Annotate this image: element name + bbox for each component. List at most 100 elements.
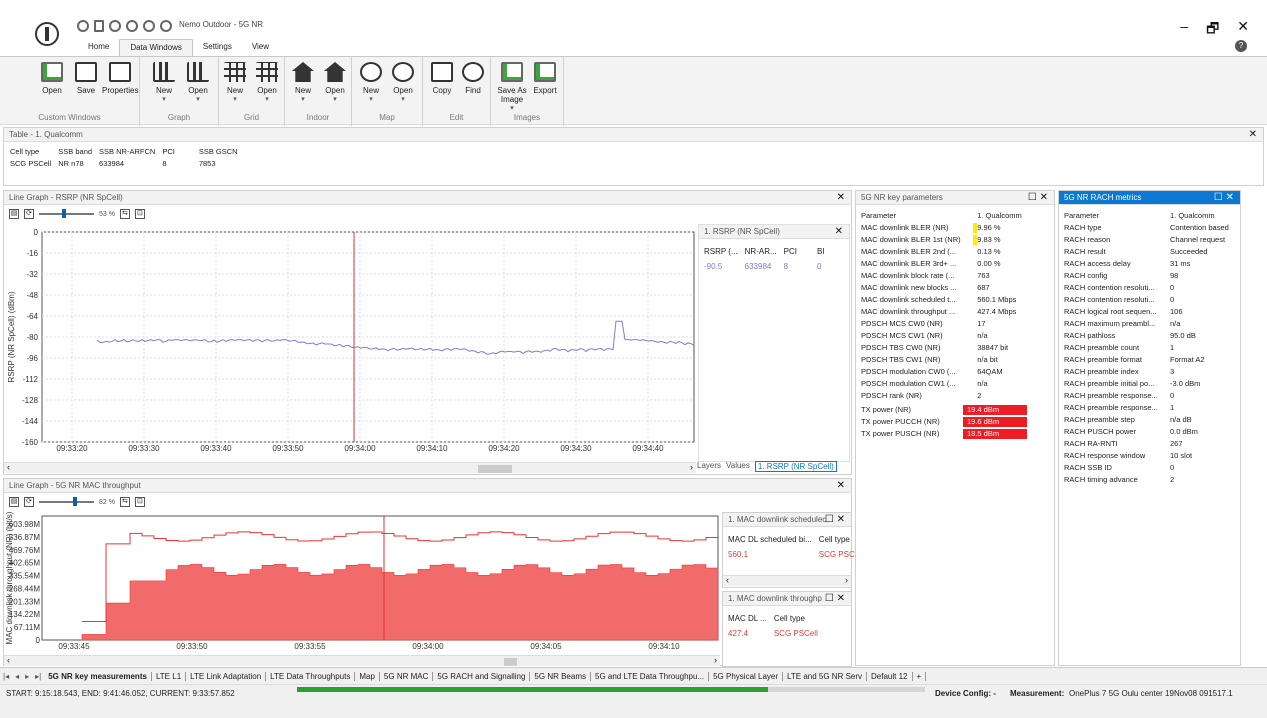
tx-power-row[interactable]: TX power PUSCH (NR) 18.5 dBm [861, 429, 1027, 439]
bottom-tab[interactable]: LTE Link Adaptation [186, 672, 266, 681]
rach-row[interactable]: RACH reason Channel request [1064, 235, 1238, 245]
rach-row[interactable]: RACH contention resoluti... 0 [1064, 295, 1238, 305]
param-row[interactable]: PDSCH MCS CW0 (NR) 17 [861, 319, 1027, 329]
param-row[interactable]: PDSCH TBS CW1 (NR) n/a bit [861, 355, 1027, 365]
graph-open-button[interactable]: Open ▾ [182, 62, 214, 103]
rach-row[interactable]: RACH preamble initial po... -3.0 dBm [1064, 379, 1238, 389]
param-row[interactable]: MAC downlink new blocks ... 687 [861, 283, 1027, 293]
close-icon[interactable]: ☐ ✕ [825, 514, 845, 525]
tab-values[interactable]: Values [726, 461, 750, 472]
param-row[interactable]: MAC downlink block rate (... 763 [861, 271, 1027, 281]
refresh-icon[interactable]: ⟳ [24, 497, 34, 507]
rach-row[interactable]: RACH result Succeeded [1064, 247, 1238, 257]
param-row[interactable]: PDSCH modulation CW0 (... 64QAM [861, 367, 1027, 377]
marker-icon[interactable]: ⊡ [135, 497, 145, 507]
scroll-thumb[interactable] [504, 658, 517, 666]
map-open-button[interactable]: Open ▾ [387, 62, 419, 103]
rach-row[interactable]: RACH preamble index 3 [1064, 367, 1238, 377]
bottom-tab[interactable]: 5G NR key measurements [44, 672, 152, 681]
rach-row[interactable]: RACH config 98 [1064, 271, 1238, 281]
playback-progress[interactable] [297, 687, 925, 692]
legend-row[interactable]: 427.4 SCG PSCell [728, 627, 823, 640]
document-icon[interactable] [94, 20, 104, 32]
rach-row[interactable]: RACH response window 10 slot [1064, 451, 1238, 461]
horizontal-scrollbar[interactable]: ‹ › [4, 462, 696, 473]
param-row[interactable]: MAC downlink BLER 3rd+ ... 0.00 % [861, 259, 1027, 269]
close-icon[interactable]: ✕ [837, 480, 845, 491]
minimize-icon[interactable]: – [1180, 18, 1188, 42]
param-row[interactable]: PDSCH modulation CW1 (... n/a [861, 379, 1027, 389]
rach-row[interactable]: RACH preamble count 1 [1064, 343, 1238, 353]
rach-row[interactable]: RACH PUSCH power 0.0 dBm [1064, 427, 1238, 437]
scroll-left-icon[interactable]: ‹ [7, 655, 10, 665]
param-row[interactable]: PDSCH rank (NR) 2 [861, 391, 1027, 401]
param-row[interactable]: MAC downlink BLER 1st (NR) 9.83 % [861, 235, 1027, 245]
rach-row[interactable]: RACH timing advance 2 [1064, 475, 1238, 485]
rach-row[interactable]: RACH type Contention based [1064, 223, 1238, 233]
rach-row[interactable]: RACH maximum preambl... n/a [1064, 319, 1238, 329]
rach-row[interactable]: RACH logical root sequen... 106 [1064, 307, 1238, 317]
find-button[interactable]: Find [457, 62, 489, 95]
rach-row[interactable]: RACH contention resoluti... 0 [1064, 283, 1238, 293]
stop-icon[interactable] [160, 20, 172, 32]
scroll-thumb[interactable] [478, 465, 512, 473]
copy-button[interactable]: Copy [426, 62, 458, 95]
last-tab-icon[interactable]: ▸| [32, 672, 44, 681]
bottom-tab[interactable]: LTE Data Throughputs [266, 672, 355, 681]
param-row[interactable]: PDSCH MCS CW1 (NR) n/a [861, 331, 1027, 341]
signal-icon[interactable] [77, 20, 89, 32]
scroll-right-icon[interactable]: › [690, 462, 693, 472]
throughput-chart[interactable]: 603.98M 536.87M 469.76M 402.65M 335.54M 268.4… [4, 512, 720, 655]
play-icon[interactable] [126, 20, 138, 32]
legend-row[interactable]: -90.5 633984 8 0 [704, 260, 830, 273]
horizontal-scrollbar[interactable]: ‹ › [4, 655, 720, 666]
rach-row[interactable]: RACH preamble step n/a dB [1064, 415, 1238, 425]
param-row[interactable]: MAC downlink scheduled t... 560.1 Mbps [861, 295, 1027, 305]
param-row[interactable]: MAC downlink throughput ... 427.4 Mbps [861, 307, 1027, 317]
close-icon[interactable]: ☐ ✕ [825, 593, 845, 604]
tab-home[interactable]: Home [78, 39, 119, 56]
map-new-button[interactable]: New ▾ [355, 62, 387, 103]
tab-rsrp-legend[interactable]: 1. RSRP (NR SpCell) [755, 461, 837, 472]
slider-handle[interactable] [62, 209, 66, 218]
bottom-tab[interactable]: 5G Physical Layer [709, 672, 783, 681]
bottom-tab[interactable]: + [913, 672, 927, 681]
rach-row[interactable]: RACH preamble format Format A2 [1064, 355, 1238, 365]
scroll-left-icon[interactable]: ‹ [7, 462, 10, 472]
marker-icon[interactable]: ⊡ [135, 209, 145, 219]
bottom-tab[interactable]: 5G NR Beams [530, 672, 591, 681]
close-icon[interactable]: ✕ [837, 192, 845, 203]
scroll-right-icon[interactable]: › [714, 655, 717, 665]
prev-tab-icon[interactable]: ◂ [12, 672, 22, 681]
help-icon[interactable]: ? [1235, 40, 1247, 52]
maximize-close-icon[interactable]: ☐ ✕ [1214, 192, 1234, 203]
bottom-tab[interactable]: LTE and 5G NR Serv [783, 672, 867, 681]
rach-row[interactable]: RACH preamble response... 1 [1064, 403, 1238, 413]
grid-new-button[interactable]: New ▾ [219, 62, 251, 103]
next-tab-icon[interactable]: ▸ [22, 672, 32, 681]
first-tab-icon[interactable]: |◂ [0, 672, 12, 681]
legend-scrollbar[interactable]: ‹ › [723, 575, 851, 586]
bottom-tab[interactable]: 5G and LTE Data Throughpu... [591, 672, 709, 681]
graph-settings-icon[interactable]: ▤ [9, 497, 19, 507]
rach-row[interactable]: RACH preamble response... 0 [1064, 391, 1238, 401]
tab-layers[interactable]: Layers [697, 461, 721, 472]
pan-icon[interactable]: ⇆ [120, 497, 130, 507]
refresh-icon[interactable]: ⟳ [24, 209, 34, 219]
tab-view[interactable]: View [242, 39, 279, 56]
param-row[interactable]: MAC downlink BLER 2nd (... 0.13 % [861, 247, 1027, 257]
indoor-open-button[interactable]: Open ▾ [319, 62, 351, 103]
record-icon[interactable] [109, 20, 121, 32]
properties-button[interactable]: Properties [102, 62, 138, 95]
rach-row[interactable]: RACH SSB ID 0 [1064, 463, 1238, 473]
pause-icon[interactable] [143, 20, 155, 32]
indoor-new-button[interactable]: New ▾ [287, 62, 319, 103]
rach-row[interactable]: RACH pathloss 95.0 dB [1064, 331, 1238, 341]
zoom-slider[interactable] [39, 501, 94, 503]
bottom-tab[interactable]: LTE L1 [152, 672, 186, 681]
restore-icon[interactable]: 🗗 [1206, 18, 1219, 42]
slider-handle[interactable] [73, 497, 77, 506]
close-icon[interactable]: ✕ [1249, 129, 1257, 140]
rach-row[interactable]: RACH access delay 31 ms [1064, 259, 1238, 269]
save-as-image-button[interactable]: Save As Image ▾ [494, 62, 530, 112]
